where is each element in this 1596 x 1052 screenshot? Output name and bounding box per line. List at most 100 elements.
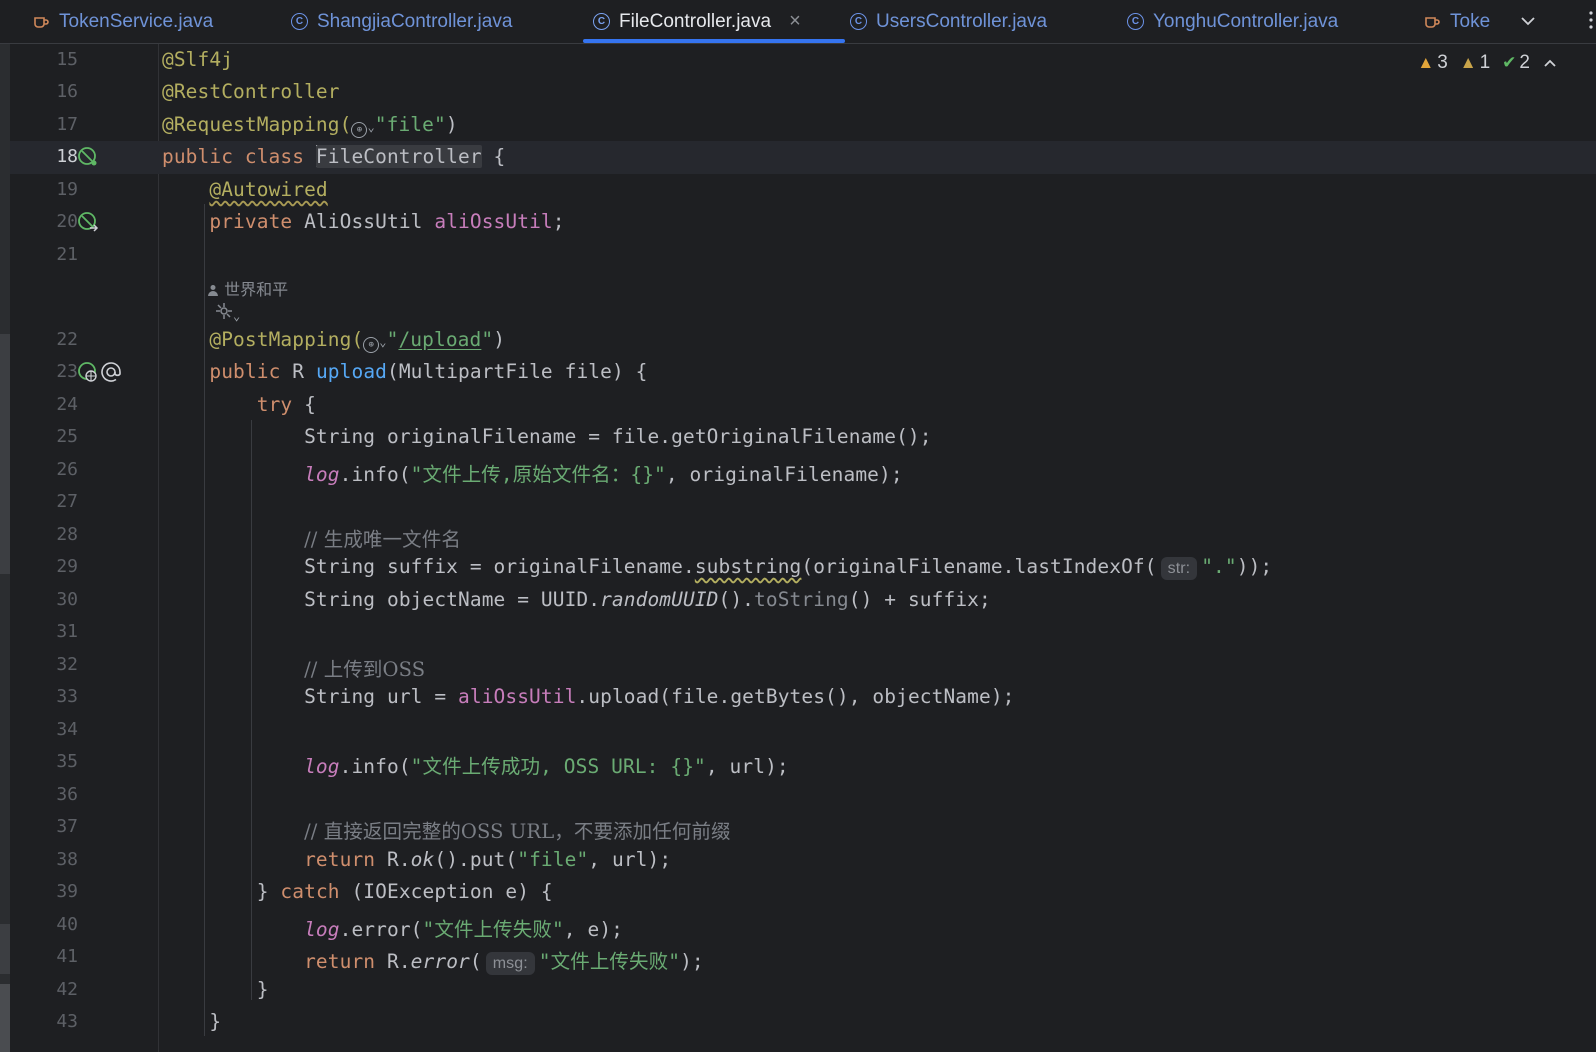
code-text[interactable]: try { bbox=[162, 393, 316, 416]
class-c-icon: C bbox=[1127, 13, 1144, 30]
code-line-15[interactable]: 15 @Slf4j bbox=[10, 44, 1596, 77]
request-mapping-icon[interactable] bbox=[77, 361, 99, 383]
code-line-22[interactable]: 22 @PostMapping(⊕ ⌄"/upload") bbox=[10, 324, 1596, 357]
code-text[interactable]: @Autowired bbox=[162, 178, 328, 201]
code-line-37[interactable]: 37 // 直接返回完整的OSS URL，不要添加任何前缀 bbox=[10, 811, 1596, 844]
code-text[interactable]: public class FileController { bbox=[162, 145, 505, 168]
java-cup-icon bbox=[34, 16, 49, 28]
rail-segment bbox=[0, 334, 10, 574]
autowired-navigate-icon[interactable] bbox=[77, 211, 99, 233]
tab-users-controller[interactable]: C UsersController.java bbox=[850, 0, 1047, 43]
line-number: 37 bbox=[56, 816, 78, 837]
code-line-43[interactable]: 43 } bbox=[10, 1006, 1596, 1039]
editor-tab-bar: TokenService.java C ShangjiaController.j… bbox=[0, 0, 1596, 44]
rail-segment bbox=[0, 924, 10, 974]
line-number: 40 bbox=[56, 914, 78, 935]
line-number: 39 bbox=[56, 881, 78, 902]
code-text[interactable]: } bbox=[162, 1010, 221, 1033]
code-line-20[interactable]: 20 private AliOssUtil aliOssUtil; bbox=[10, 206, 1596, 239]
line-number: 38 bbox=[56, 849, 78, 870]
code-line-42[interactable]: 42 } bbox=[10, 974, 1596, 1007]
class-c-icon: C bbox=[593, 13, 610, 30]
chevron-down-icon[interactable] bbox=[1519, 12, 1537, 30]
code-text[interactable]: } catch (IOException e) { bbox=[162, 880, 553, 903]
tab-yonghu-controller[interactable]: C YonghuController.java bbox=[1127, 0, 1338, 43]
line-number: 25 bbox=[56, 426, 78, 447]
code-line-32[interactable]: 32 // 上传到OSS bbox=[10, 649, 1596, 682]
code-line-27[interactable]: 27 bbox=[10, 486, 1596, 519]
code-text[interactable]: String url = aliOssUtil.upload(file.getB… bbox=[162, 685, 1015, 708]
code-text[interactable]: } bbox=[162, 978, 269, 1001]
chevron-down-icon[interactable]: ⌄ bbox=[233, 309, 240, 323]
line-number: 27 bbox=[56, 491, 78, 512]
line-number: 31 bbox=[56, 621, 78, 642]
parameter-hint: msg: bbox=[485, 952, 535, 975]
code-line-40[interactable]: 40 log.error("文件上传失败", e); bbox=[10, 909, 1596, 942]
code-text[interactable]: // 直接返回完整的OSS URL，不要添加任何前缀 bbox=[162, 815, 731, 844]
code-text[interactable]: log.info("文件上传成功, OSS URL: {}", url); bbox=[162, 750, 789, 779]
code-line-26[interactable]: 26 log.info("文件上传,原始文件名：{}", originalFil… bbox=[10, 454, 1596, 487]
tab-label: YonghuController.java bbox=[1153, 10, 1339, 32]
code-text[interactable]: public R upload(MultipartFile file) { bbox=[162, 360, 647, 383]
code-line-38[interactable]: 38 return R.ok().put("file", url); bbox=[10, 844, 1596, 877]
code-line-34[interactable]: 34 bbox=[10, 714, 1596, 747]
tab-shangjia-controller[interactable]: C ShangjiaController.java bbox=[291, 0, 512, 43]
line-number: 41 bbox=[56, 946, 78, 967]
code-line-23[interactable]: 23 public R upload(MultipartFile file) { bbox=[10, 356, 1596, 389]
tool-window-rail bbox=[0, 44, 10, 1052]
code-line-35[interactable]: 35 log.info("文件上传成功, OSS URL: {}", url); bbox=[10, 746, 1596, 779]
code-line-41[interactable]: 41 return R.error(msg: "文件上传失败"); bbox=[10, 941, 1596, 975]
line-number: 35 bbox=[56, 751, 78, 772]
globe-icon[interactable]: ⊕ bbox=[351, 122, 368, 138]
code-text[interactable]: String objectName = UUID.randomUUID().to… bbox=[162, 588, 991, 611]
code-line-17[interactable]: 17 @RequestMapping(⊕ ⌄"file") bbox=[10, 109, 1596, 142]
code-text[interactable]: String suffix = originalFilename.substri… bbox=[162, 555, 1272, 580]
code-text[interactable]: String originalFilename = file.getOrigin… bbox=[162, 425, 932, 448]
code-line-19[interactable]: 19 @Autowired bbox=[10, 174, 1596, 207]
code-text[interactable]: // 上传到OSS bbox=[162, 653, 425, 682]
code-text[interactable]: private AliOssUtil aliOssUtil; bbox=[162, 210, 565, 233]
code-line-29[interactable]: 29 String suffix = originalFilename.subs… bbox=[10, 551, 1596, 584]
code-text[interactable]: @Slf4j bbox=[162, 48, 233, 71]
tab-file-controller[interactable]: C FileController.java × bbox=[593, 0, 801, 43]
chevron-down-icon[interactable]: ⌄ bbox=[367, 120, 374, 134]
more-icon[interactable] bbox=[1588, 10, 1594, 30]
chevron-down-icon[interactable]: ⌄ bbox=[379, 335, 386, 349]
line-number: 30 bbox=[56, 589, 78, 610]
line-number: 28 bbox=[56, 524, 78, 545]
code-line-39[interactable]: 39 } catch (IOException e) { bbox=[10, 876, 1596, 909]
code-text[interactable]: log.error("文件上传失败", e); bbox=[162, 913, 623, 942]
code-editor[interactable]: ▲ 3 ▲ 1 ✔ 2 15 @Slf4j 16 @RestController 17… bbox=[0, 44, 1596, 1052]
line-number: 26 bbox=[56, 459, 78, 480]
line-number: 29 bbox=[56, 556, 78, 577]
code-text[interactable]: @RestController bbox=[162, 80, 340, 103]
code-line-18[interactable]: 18 public class FileController { bbox=[10, 141, 1596, 174]
class-c-icon: C bbox=[291, 13, 308, 30]
code-text[interactable]: log.info("文件上传,原始文件名：{}", originalFilena… bbox=[162, 458, 903, 487]
code-text[interactable]: return R.ok().put("file", url); bbox=[162, 848, 671, 871]
code-text[interactable]: // 生成唯一文件名 bbox=[162, 523, 461, 552]
code-line-28[interactable]: 28 // 生成唯一文件名 bbox=[10, 519, 1596, 552]
line-number: 18 bbox=[56, 146, 78, 167]
code-line-24[interactable]: 24 try { bbox=[10, 389, 1596, 422]
close-icon[interactable]: × bbox=[789, 10, 801, 33]
tab-token-service[interactable]: TokenService.java bbox=[32, 0, 213, 43]
code-text[interactable]: return R.error(msg: "文件上传失败"); bbox=[162, 945, 704, 975]
code-text[interactable]: @RequestMapping(⊕ ⌄"file") bbox=[162, 113, 458, 138]
spring-bean-icon[interactable] bbox=[77, 146, 99, 168]
at-sign-icon[interactable] bbox=[100, 361, 122, 383]
globe-icon[interactable]: ⊕ bbox=[363, 337, 380, 353]
code-line-21[interactable]: 21 bbox=[10, 239, 1596, 272]
code-line-36[interactable]: 36 bbox=[10, 779, 1596, 812]
endpoint-actions[interactable]: ⌄ bbox=[215, 302, 240, 324]
code-author-hint[interactable]: 世界和平 bbox=[207, 276, 288, 300]
code-line-33[interactable]: 33 String url = aliOssUtil.upload(file.g… bbox=[10, 681, 1596, 714]
code-line-16[interactable]: 16 @RestController bbox=[10, 76, 1596, 109]
line-number: 17 bbox=[56, 114, 78, 135]
tab-token-truncated[interactable]: Toke bbox=[1423, 0, 1490, 43]
line-number: 22 bbox=[56, 329, 78, 350]
code-line-30[interactable]: 30 String objectName = UUID.randomUUID()… bbox=[10, 584, 1596, 617]
code-line-25[interactable]: 25 String originalFilename = file.getOri… bbox=[10, 421, 1596, 454]
code-line-31[interactable]: 31 bbox=[10, 616, 1596, 649]
code-text[interactable]: @PostMapping(⊕ ⌄"/upload") bbox=[162, 328, 505, 353]
